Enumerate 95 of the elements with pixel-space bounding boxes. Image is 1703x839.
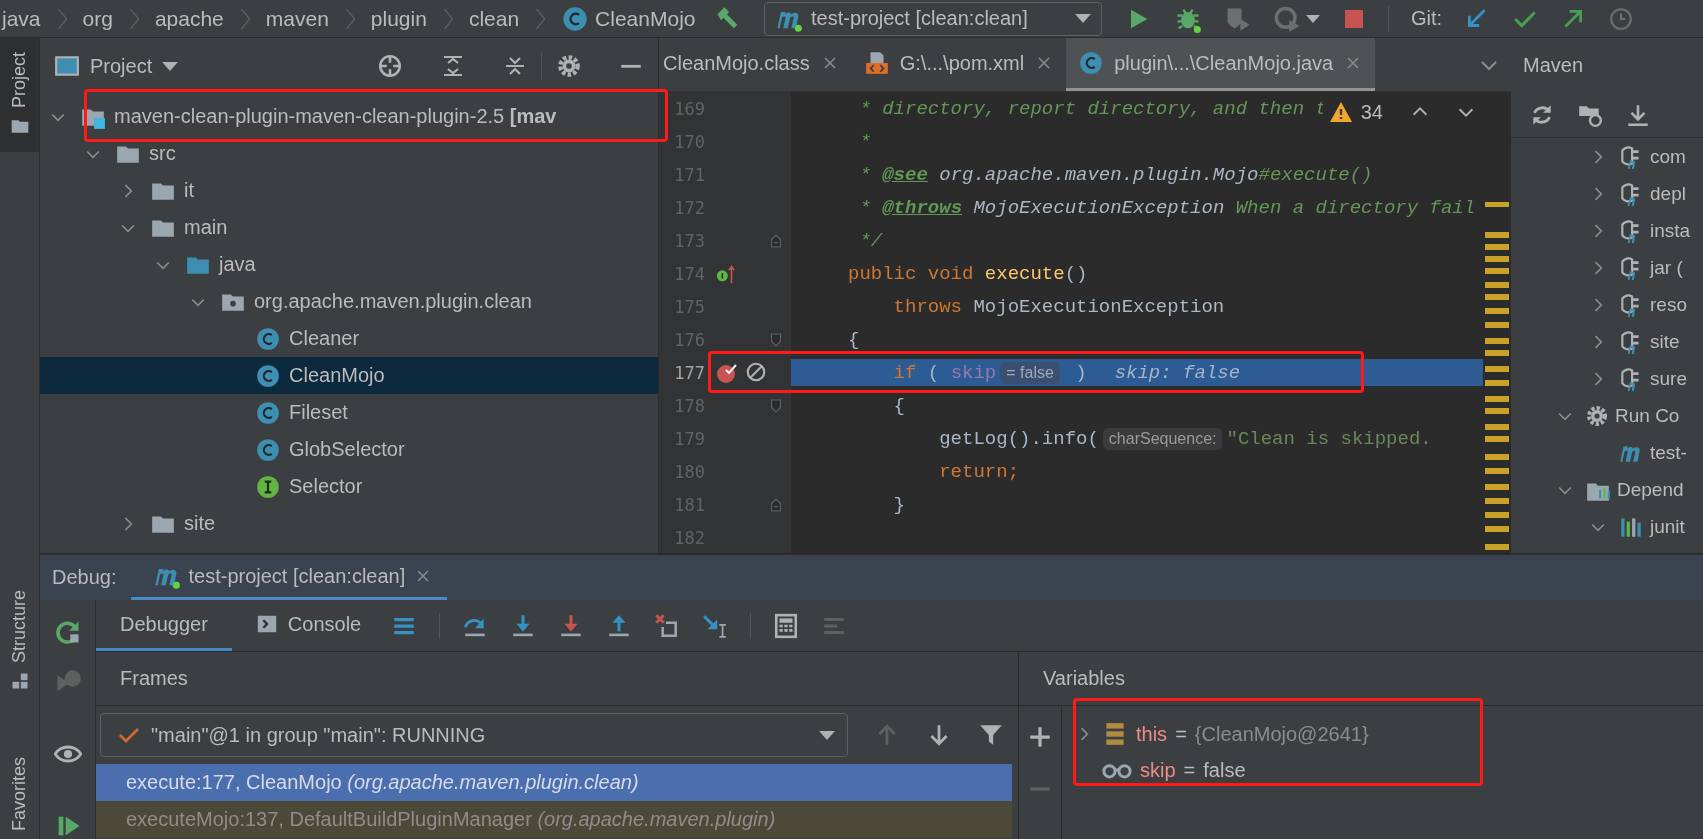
- thread-dropdown[interactable]: "main"@1 in group "main": RUNNING: [100, 713, 848, 757]
- interface-arrow-icon[interactable]: [715, 262, 737, 285]
- tree-item[interactable]: insta: [1511, 212, 1703, 249]
- breadcrumb-item[interactable]: clean: [468, 6, 520, 31]
- calculator-icon[interactable]: [773, 612, 800, 639]
- tree-item[interactable]: com: [1511, 138, 1703, 175]
- code-text: "Clean is skipped.: [1226, 427, 1432, 450]
- warning-icon: [1328, 100, 1353, 124]
- breadcrumb-item[interactable]: org: [82, 6, 113, 31]
- code-text: * @see org.apache.maven.plugin.Mojo#execute(): [858, 163, 1373, 186]
- tree-item[interactable]: Cleaner: [40, 320, 658, 357]
- tree-item[interactable]: CleanMojo: [40, 357, 658, 394]
- tree-item[interactable]: reso: [1511, 286, 1703, 323]
- locate-icon[interactable]: [377, 53, 403, 79]
- xml-file-icon: [863, 50, 890, 76]
- panel-title: Debug:: [51, 565, 118, 590]
- tree-item[interactable]: jar (: [1511, 249, 1703, 286]
- breadcrumb-item[interactable]: CleanMojo: [595, 6, 696, 31]
- debug-value: skip: false: [1114, 361, 1241, 384]
- tree-item[interactable]: main: [40, 209, 658, 246]
- git-label: Git:: [1411, 7, 1443, 30]
- breadcrumb-item[interactable]: apache: [154, 6, 224, 31]
- parameter-hint: charSequence:: [1102, 427, 1223, 450]
- window-icon: [54, 53, 80, 79]
- code-text: public void execute(): [848, 262, 1088, 285]
- tree-item[interactable]: it: [40, 172, 658, 209]
- project-view-dropdown[interactable]: Project: [54, 53, 179, 79]
- console-icon: [255, 613, 278, 635]
- code-text: if ( skip: [892, 361, 997, 384]
- tree-item[interactable]: site: [40, 505, 658, 542]
- tree-item[interactable]: depl: [1511, 175, 1703, 212]
- class-icon: [255, 325, 281, 352]
- tree-item[interactable]: Selector: [40, 468, 658, 505]
- code-text: }: [892, 493, 905, 516]
- debugger-tab[interactable]: Debugger: [96, 600, 232, 651]
- tree-item[interactable]: junit: [1511, 508, 1703, 545]
- caret-icon: [819, 730, 835, 740]
- tree-item[interactable]: Fileset: [40, 394, 658, 431]
- no-sign-icon[interactable]: [745, 360, 767, 383]
- caret-icon[interactable]: [1306, 14, 1320, 23]
- expand-all-icon[interactable]: [441, 54, 465, 78]
- class-icon: [1078, 50, 1105, 76]
- tool-window-button[interactable]: Project: [0, 38, 39, 153]
- panel-title: Frames: [96, 652, 1018, 706]
- variable-item[interactable]: skip = false: [1062, 752, 1369, 788]
- gear-icon: [1585, 403, 1609, 428]
- class-icon: [255, 362, 281, 389]
- caret-icon: [1075, 14, 1091, 23]
- code-text: getLog().info(: [938, 427, 1099, 450]
- code-text: {: [892, 394, 905, 417]
- code-text: return;: [938, 460, 1020, 483]
- editor-tab[interactable]: G:\...\pom.xml: [851, 38, 1067, 91]
- tree-item[interactable]: site: [1511, 323, 1703, 360]
- class-icon: [561, 4, 590, 33]
- tree-item[interactable]: java: [40, 246, 658, 283]
- code-text: *: [858, 130, 871, 153]
- tree-item[interactable]: org.apache.maven.plugin.clean: [40, 283, 658, 320]
- breadcrumb-item[interactable]: maven: [265, 6, 329, 31]
- variable-item[interactable]: this = {CleanMojo@2641}: [1062, 716, 1369, 752]
- breadcrumb-item[interactable]: java: [2, 6, 41, 31]
- debug-session-tab[interactable]: test-project [clean:clean]: [130, 555, 448, 600]
- debugger-tab[interactable]: Console: [231, 600, 386, 651]
- tool-window-button[interactable]: Favorites: [0, 748, 39, 839]
- run-configuration-dropdown[interactable]: test-project [clean:clean]: [764, 1, 1102, 36]
- class-icon: [255, 399, 281, 426]
- code-text: {: [848, 328, 860, 351]
- code-text: ): [1074, 361, 1087, 384]
- tree-item[interactable]: test-: [1511, 434, 1703, 471]
- editor-tab[interactable]: plugin\...\CleanMojo.java: [1066, 38, 1376, 91]
- panel-title: Variables: [1019, 652, 1703, 706]
- caret-icon: [162, 61, 179, 71]
- class-icon: [255, 436, 281, 463]
- interface-icon: [255, 473, 281, 500]
- gauge-icon[interactable]: [1274, 4, 1302, 33]
- clock-icon[interactable]: [1608, 5, 1635, 32]
- tree-item[interactable]: maven-clean-plugin-maven-clean-plugin-2.5 [mav: [40, 98, 658, 135]
- run-to-cursor-icon[interactable]: [702, 612, 729, 639]
- breadcrumb-item[interactable]: plugin: [370, 6, 427, 31]
- line-number: 177: [673, 362, 705, 383]
- editor-tab[interactable]: CleanMojo.class: [659, 38, 852, 91]
- add-icon[interactable]: [1027, 724, 1053, 750]
- panel-title: Maven: [1522, 52, 1585, 78]
- warning-count[interactable]: 34: [1360, 100, 1383, 124]
- code-text: */: [858, 229, 883, 252]
- stack-frame[interactable]: execute:177, CleanMojo (org.apache.maven.plugin.clean): [96, 764, 1012, 801]
- tree-item[interactable]: sure: [1511, 360, 1703, 397]
- code-text: throws MojoExecutionException: [892, 295, 1225, 318]
- code-text: * @throws MojoExecutionException When a directory fail: [858, 196, 1476, 219]
- tree-item[interactable]: src: [40, 135, 658, 172]
- settings-icon[interactable]: [556, 53, 582, 79]
- inline-value: = false: [1000, 361, 1060, 384]
- tree-item[interactable]: Run Co: [1511, 397, 1703, 434]
- tool-window-button[interactable]: Structure: [0, 581, 39, 699]
- tree-item[interactable]: Depend: [1511, 471, 1703, 508]
- tree-item[interactable]: GlobSelector: [40, 431, 658, 468]
